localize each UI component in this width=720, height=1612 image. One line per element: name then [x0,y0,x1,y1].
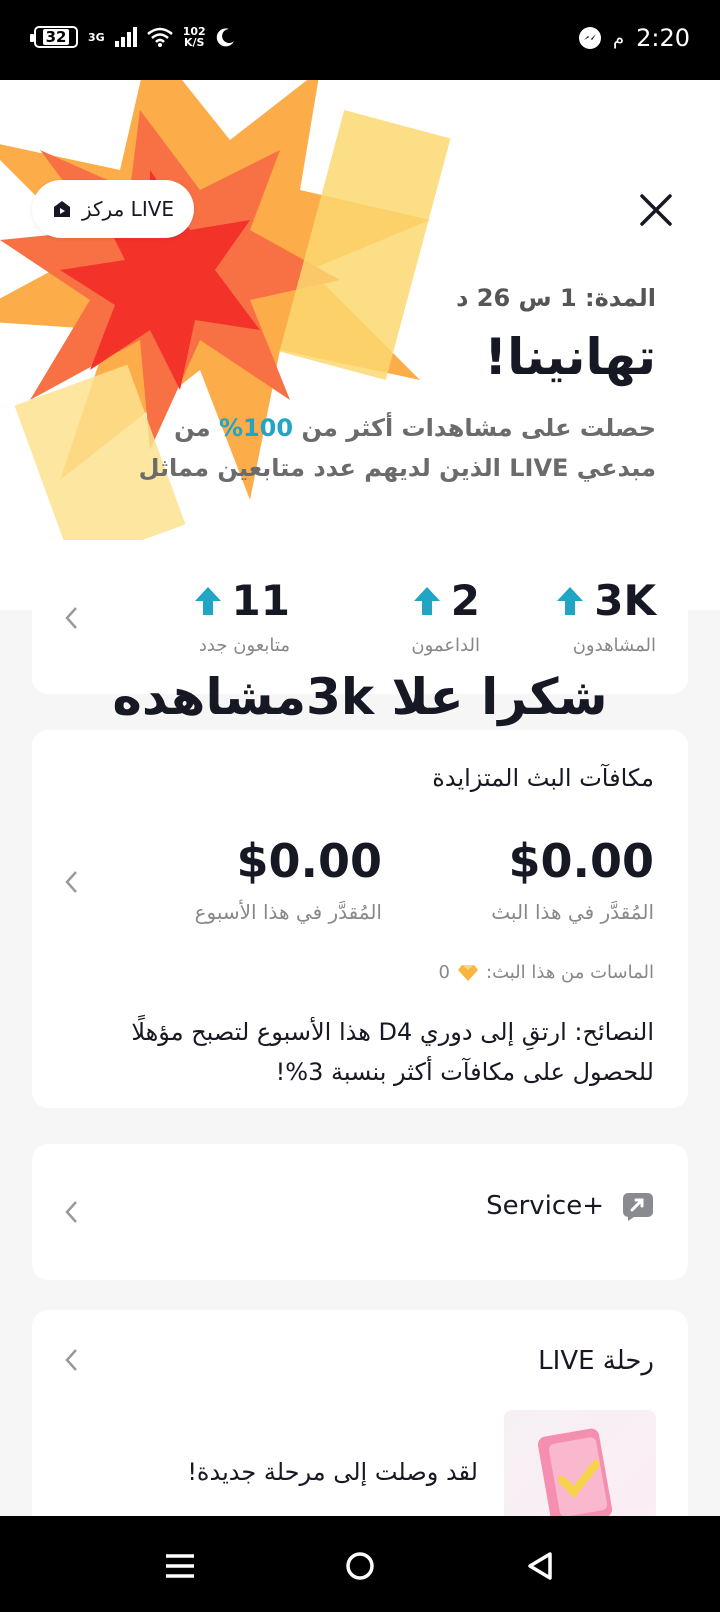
menu-icon[interactable] [160,1546,200,1586]
journey-badge-icon [537,1428,613,1516]
live-center-icon [54,201,70,217]
messenger-icon [578,27,601,49]
stat-new-followers-label: متابعون جدد [198,635,290,656]
diamonds-value: 0 [438,962,450,983]
stat-supporters-label: الداعمون [411,635,480,656]
desc-percent: 100% [218,414,294,442]
status-time: 2:20 [636,24,690,52]
status-right: م 2:20 [578,24,690,52]
rewards-card[interactable]: مكافآت البث المتزايدة $0.00 المُقدَّر في… [32,730,688,1108]
reward-this-stream-label: المُقدَّر في هذا البث [491,900,654,924]
speed-unit: K/S [183,36,205,49]
chevron-left-icon[interactable] [64,606,78,630]
live-summary-screen: مركز LIVE المدة: 1 س 26 د تهانينا! حصلت … [0,80,720,1516]
desc-live: LIVE [509,454,569,482]
journey-title: رحلة LIVE [538,1346,654,1376]
reward-this-stream-value: $0.00 [508,834,654,888]
chevron-left-icon[interactable] [64,1200,78,1224]
stream-duration: المدة: 1 س 26 د [456,284,656,312]
chevron-left-icon[interactable] [64,870,78,894]
diamonds-label: الماسات من هذا البث: [486,962,654,983]
share-chat-icon [623,1193,653,1221]
live-center-label: مركز LIVE [82,197,175,221]
desc-prefix: حصلت على مشاهدات أكثر من [293,414,656,442]
rewards-tips: النصائح: ارتقِ إلى دوري D4 هذا الأسبوع ل… [131,1018,654,1086]
reward-this-week-label: المُقدَّر في هذا الأسبوع [194,900,382,924]
live-journey-card[interactable]: رحلة LIVE لقد وصلت إلى مرحلة جديدة! [32,1310,688,1516]
moon-icon [216,28,234,47]
journey-item-text: لقد وصلت إلى مرحلة جديدة! [187,1458,478,1486]
battery-icon: 32 [30,26,78,48]
service-plus-card[interactable]: Service+ [32,1144,688,1280]
overlay-thanks-text: شكرا علا 3kمشاهده [112,668,608,726]
chevron-left-icon[interactable] [64,1348,78,1372]
diamonds-row: الماسات من هذا البث: 0 [439,962,654,983]
reward-this-stream: $0.00 المُقدَّر في هذا البث [491,834,654,924]
journey-thumbnail [504,1410,656,1516]
arrow-up-icon [557,586,584,615]
arrow-up-icon [413,586,440,615]
arrow-up-icon [194,586,221,615]
summary-hero: مركز LIVE المدة: 1 س 26 د تهانينا! حصلت … [0,80,720,610]
congrats-title: تهانينا! [484,328,656,386]
wifi-icon [146,27,173,47]
stat-supporters-value: 2 [450,576,480,625]
stat-viewers-value: 3K [594,576,656,625]
rewards-title: مكافآت البث المتزايدة [432,764,654,792]
reward-this-week-value: $0.00 [236,834,382,888]
status-bar: 32 3G 102 K/S م 2:20 [0,0,720,80]
stat-new-followers-value: 11 [231,576,290,625]
service-plus-row: Service+ [486,1190,654,1222]
status-left: 32 3G 102 K/S [30,26,236,48]
back-triangle-icon[interactable] [520,1546,560,1586]
desc-suffix: الذين لديهم عدد متابعين مماثل [138,454,510,482]
network-speed: 102 K/S [183,26,206,48]
status-ampm: م [612,27,625,49]
congrats-description: حصلت على مشاهدات أكثر من 100% من مبدعي L… [96,408,656,488]
stat-viewers: 3K المشاهدون [556,576,656,656]
live-center-button[interactable]: مركز LIVE [32,180,195,238]
battery-level: 32 [42,29,70,45]
service-plus-label: Service+ [486,1191,604,1221]
reward-this-week: $0.00 المُقدَّر في هذا الأسبوع [195,834,382,924]
stat-new-followers: 11 متابعون جدد [194,576,290,656]
home-circle-icon[interactable] [340,1546,380,1586]
close-icon[interactable] [636,190,676,230]
network-type: 3G [88,30,105,44]
stat-viewers-label: المشاهدون [572,635,656,656]
signal-icon [114,27,137,47]
diamond-icon [458,964,478,981]
stat-supporters: 2 الداعمون [411,576,480,656]
system-nav-bar [0,1516,720,1612]
